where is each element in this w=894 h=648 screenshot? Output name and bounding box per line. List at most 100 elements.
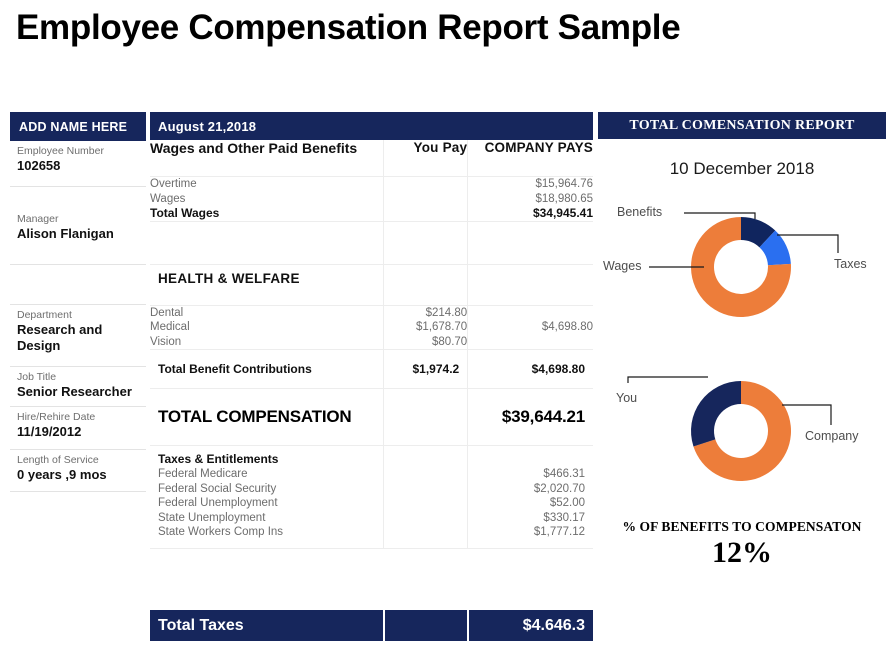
total-benefit-contributions-you: $1,974.2 <box>412 361 460 376</box>
total-benefit-label-cell: Total Benefit Contributions <box>150 349 385 389</box>
wages-item-wages-label: Wages <box>150 192 186 205</box>
donut-1-label-wages: Wages <box>603 259 642 273</box>
you-vs-company-donut-chart: You Company <box>598 359 886 509</box>
total-compensation-label-cell: TOTAL COMPENSATION <box>150 388 385 446</box>
donut-2-label-company: Company <box>805 429 859 443</box>
wages-item-overtime-amount: $15,964.76 <box>535 178 593 190</box>
total-taxes-you-pay-cell <box>383 610 467 641</box>
department-label: Department <box>17 309 72 321</box>
donut-1-label-benefits: Benefits <box>617 205 663 219</box>
total-benefit-contributions-company: $4,698.80 <box>531 361 585 376</box>
health-welfare-section-title: HEALTH & WELFARE <box>158 270 300 286</box>
compensation-table: Wages and Other Paid Benefits You Pay CO… <box>150 140 593 549</box>
donut-1-segments <box>690 217 791 317</box>
column-header-you-pay: You Pay <box>383 140 469 177</box>
tax-item-federal-social-security-label: Federal Social Security <box>158 482 277 495</box>
hire-date-value: 11/19/2012 <box>17 424 82 439</box>
wages-total-amount: $34,945.41 <box>532 206 593 220</box>
length-of-service-value: 0 years ,9 mos <box>17 467 107 482</box>
table-row-wages-block: Overtime Wages Total Wages $15,964.76 $1… <box>150 176 593 222</box>
total-compensation-label: TOTAL COMPENSATION <box>158 407 352 426</box>
statement-date-bar: August 21,2018 <box>150 112 593 140</box>
benefit-item-dental-you: $214.80 <box>425 306 468 319</box>
benefit-item-medical-you: $1,678.70 <box>416 321 468 333</box>
sidebar-field-hire-date: Hire/Rehire Date 11/19/2012 <box>10 407 146 450</box>
compensation-breakdown-donut-chart: Benefits Taxes Wages <box>598 195 886 345</box>
wages-you-pay-cell <box>383 176 469 222</box>
donut-2-slice-you <box>691 381 741 447</box>
compensation-table-panel: August 21,2018 Wages and Other Paid Bene… <box>150 112 593 641</box>
donut-2-segments <box>691 381 792 481</box>
sidebar-field-manager: Manager Alison Flanigan <box>10 187 146 265</box>
sidebar-field-department: Department Research and Design <box>10 305 146 367</box>
tax-item-federal-medicare-amount: $466.31 <box>543 468 585 480</box>
wages-item-overtime-label: Overtime <box>150 178 197 190</box>
total-benefit-you-cell: $1,974.2 <box>383 349 469 389</box>
job-title-label: Job Title <box>17 371 57 383</box>
wages-total-label: Total Wages <box>150 206 220 220</box>
length-of-service-label: Length of Service <box>17 454 99 466</box>
employee-number-value: 102658 <box>17 158 61 173</box>
sidebar-field-employee-number: Employee Number 102658 <box>10 141 146 187</box>
tax-item-state-unemployment-amount: $330.17 <box>543 511 585 524</box>
statement-date: August 21,2018 <box>158 118 257 134</box>
benefit-item-vision-you: $80.70 <box>432 335 468 348</box>
health-welfare-title-you-cell <box>383 264 469 306</box>
page-title: Employee Compensation Report Sample <box>16 8 681 47</box>
wages-labels-cell: Overtime Wages Total Wages <box>150 176 385 222</box>
taxes-company-pays-cell: $466.31 $2,020.70 $52.00 $330.17 $1,777.… <box>467 445 593 549</box>
sidebar-header-label: ADD NAME HERE <box>19 119 128 134</box>
tax-item-federal-unemployment-label: Federal Unemployment <box>158 497 278 509</box>
total-taxes-amount: $4.646.3 <box>467 610 593 641</box>
right-panel-header: TOTAL COMENSATION REPORT <box>598 112 886 139</box>
job-title-value: Senior Researcher <box>17 384 132 399</box>
benefit-item-dental-label: Dental <box>150 306 184 319</box>
employee-info-sidebar: ADD NAME HERE Employee Number 102658 Man… <box>10 112 146 640</box>
tax-item-state-workers-comp-amount: $1,777.12 <box>533 526 585 538</box>
table-row-total-compensation: TOTAL COMPENSATION $39,644.21 <box>150 388 593 446</box>
benefits-percentage-value: 12% <box>712 536 772 569</box>
table-header-row: Wages and Other Paid Benefits You Pay CO… <box>150 140 593 177</box>
benefits-company-combined-amount: $4,698.80 <box>541 321 593 333</box>
health-welfare-title-co-cell <box>467 264 593 306</box>
total-taxes-row: Total Taxes $4.646.3 <box>150 610 593 641</box>
benefits-you-pay-cell: $214.80 $1,678.70 $80.70 <box>383 305 469 350</box>
benefits-labels-cell: Dental Medical Vision <box>150 305 385 350</box>
column-header-company-pays: COMPANY PAYS <box>467 140 593 177</box>
benefits-company-pays-cell: $4,698.80 <box>467 305 593 350</box>
total-taxes-label: Total Taxes <box>150 610 383 641</box>
department-value: Research and Design <box>17 322 103 353</box>
table-row-taxes-block: Taxes & Entitlements Federal Medicare Fe… <box>150 445 593 549</box>
manager-label: Manager <box>17 213 59 225</box>
benefit-item-medical-label: Medical <box>150 321 190 333</box>
spacer-cell-you <box>383 221 469 265</box>
sidebar-spacer-row <box>10 265 146 305</box>
spacer-cell-co <box>467 221 593 265</box>
table-row-benefits-block: Dental Medical Vision $214.80 $1,678.70 … <box>150 305 593 350</box>
donut-2-label-you: You <box>616 391 638 405</box>
sidebar-bottom-spacer <box>10 492 146 627</box>
table-row-spacer-1 <box>150 221 593 265</box>
taxes-you-pay-cell <box>383 445 469 549</box>
sidebar-field-job-title: Job Title Senior Researcher <box>10 367 146 407</box>
total-compensation-amount-cell: $39,644.21 <box>467 388 593 446</box>
donut-2-leader-you <box>627 376 708 383</box>
health-welfare-title-cell: HEALTH & WELFARE <box>150 264 385 306</box>
sidebar-header: ADD NAME HERE <box>10 112 146 141</box>
tax-item-federal-medicare-label: Federal Medicare <box>158 468 248 480</box>
manager-value: Alison Flanigan <box>17 226 114 241</box>
benefits-percentage-caption: % OF BENEFITS TO COMPENSATON <box>622 519 862 534</box>
taxes-section-title: Taxes & Entitlements <box>158 452 279 466</box>
total-benefit-contributions-label: Total Benefit Contributions <box>158 361 312 376</box>
total-compensation-you-cell <box>383 388 469 446</box>
tax-item-state-unemployment-label: State Unemployment <box>158 511 266 524</box>
tax-item-federal-social-security-amount: $2,020.70 <box>533 482 585 495</box>
table-row-total-benefit-contributions: Total Benefit Contributions $1,974.2 $4,… <box>150 349 593 389</box>
table-row-health-welfare-title: HEALTH & WELFARE <box>150 264 593 306</box>
taxes-labels-cell: Taxes & Entitlements Federal Medicare Fe… <box>150 445 385 549</box>
total-compensation-amount: $39,644.21 <box>501 407 585 426</box>
hire-date-label: Hire/Rehire Date <box>17 411 96 423</box>
sidebar-field-length-of-service: Length of Service 0 years ,9 mos <box>10 450 146 492</box>
employee-number-label: Employee Number <box>17 145 104 157</box>
total-benefit-co-cell: $4,698.80 <box>467 349 593 389</box>
